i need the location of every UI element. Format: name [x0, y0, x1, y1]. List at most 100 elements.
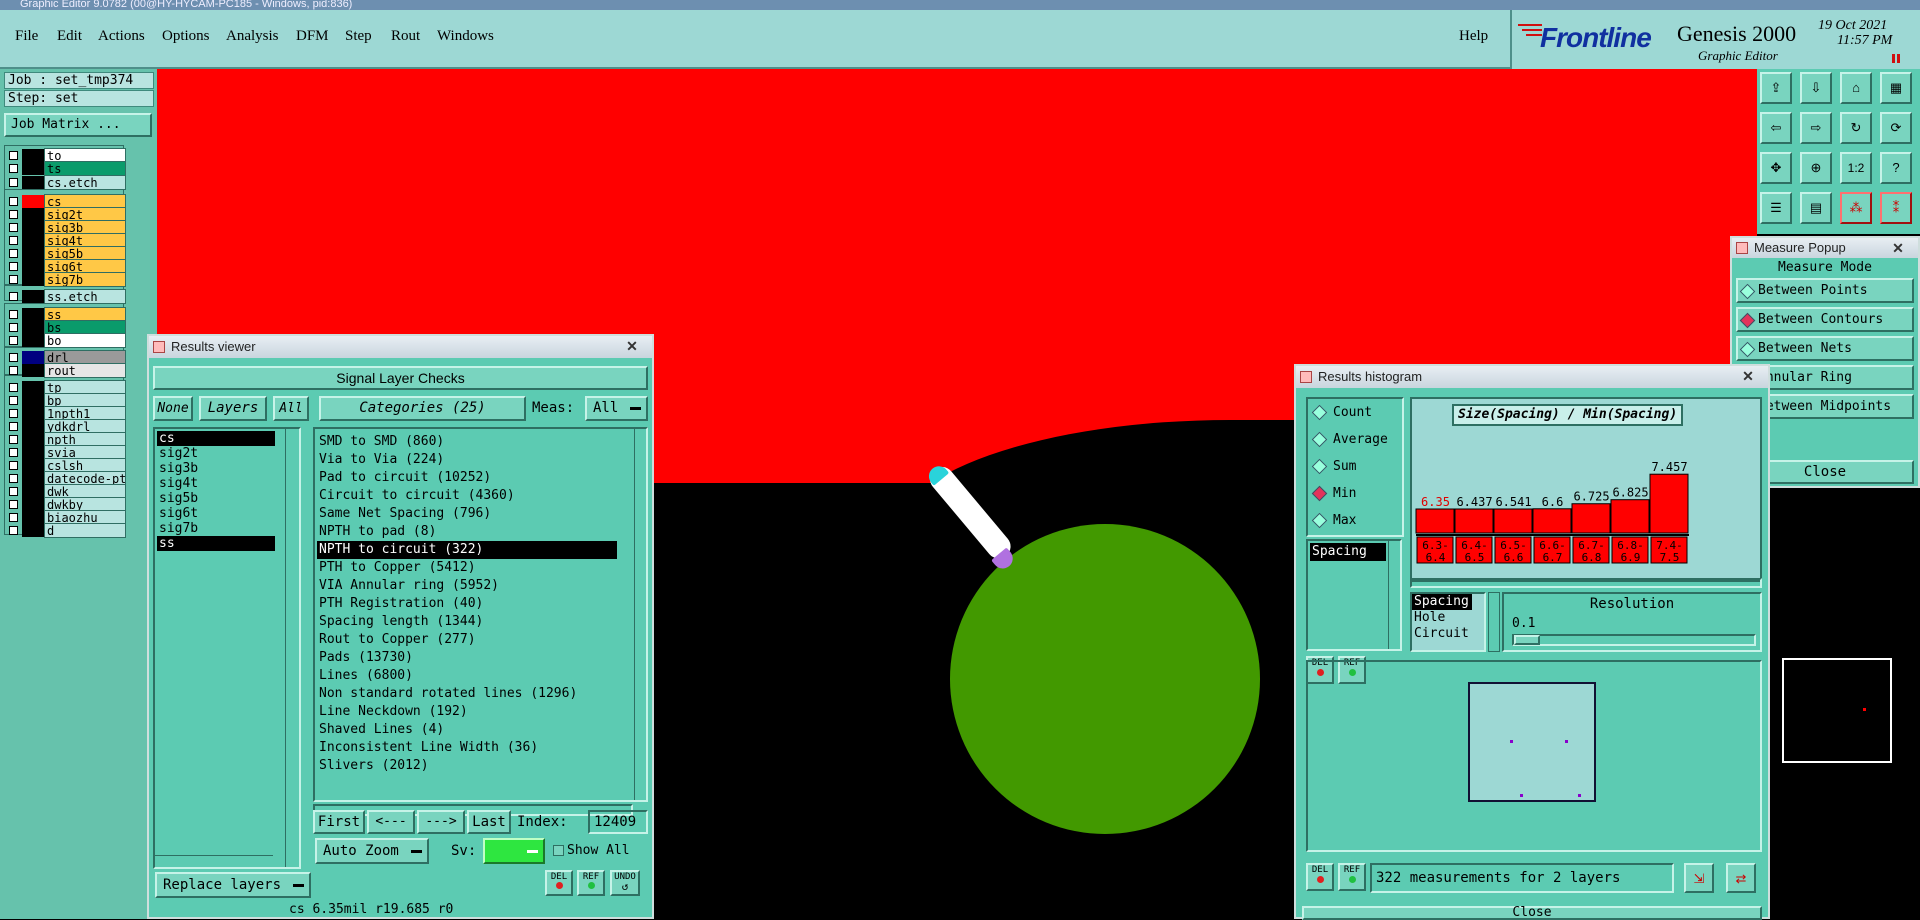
layer-list-item[interactable]: sig5b: [157, 491, 275, 506]
measure-mode-option[interactable]: Between Contours: [1736, 307, 1914, 332]
layer-checkbox[interactable]: [9, 275, 18, 284]
net-highlight-icon[interactable]: ⁂: [1840, 192, 1872, 224]
layers-button[interactable]: Layers: [199, 396, 267, 421]
layer-row-d[interactable]: d: [4, 523, 126, 538]
category-item[interactable]: Inconsistent Line Width (36): [317, 739, 617, 757]
auto-zoom-dropdown[interactable]: Auto Zoom: [315, 838, 429, 864]
categories-button[interactable]: Categories (25): [319, 396, 526, 421]
category-item[interactable]: Shaved Lines (4): [317, 721, 617, 739]
category-item[interactable]: Same Net Spacing (796): [317, 505, 617, 523]
measurement-list[interactable]: Spacing: [1306, 539, 1402, 651]
layer-checkbox[interactable]: [9, 487, 18, 496]
stat-option[interactable]: Average: [1308, 426, 1402, 453]
index-input[interactable]: 12409: [588, 810, 648, 834]
layer-checkbox[interactable]: [9, 474, 18, 483]
previous-button[interactable]: <---: [367, 810, 415, 834]
type-scrollbar[interactable]: [1488, 592, 1500, 652]
measure-mode-option[interactable]: Between Points: [1736, 278, 1914, 303]
window-split-icon[interactable]: ▦: [1880, 72, 1912, 104]
layer-checkbox[interactable]: [9, 210, 18, 219]
layer-list-hscrollbar[interactable]: [155, 855, 273, 867]
menu-dfm[interactable]: DFM: [296, 28, 329, 45]
type-option[interactable]: Circuit: [1412, 626, 1472, 642]
category-item[interactable]: Non standard rotated lines (1296): [317, 685, 617, 703]
measurement-list-scrollbar[interactable]: [1388, 541, 1400, 649]
layer-checkbox[interactable]: [9, 461, 18, 470]
layer-list-item[interactable]: cs: [157, 431, 275, 446]
layer-color-swatch[interactable]: [22, 273, 44, 286]
swap-icon[interactable]: ⇄: [1726, 863, 1756, 893]
histogram-bar[interactable]: [1493, 508, 1533, 534]
del-button[interactable]: DEL: [545, 870, 573, 896]
layer-list-item[interactable]: sig6t: [157, 506, 275, 521]
layer-checkbox[interactable]: [9, 500, 18, 509]
layer-color-swatch[interactable]: [22, 176, 44, 189]
histogram-hscrollbar[interactable]: [1410, 578, 1762, 588]
layer-list-item[interactable]: sig3b: [157, 461, 275, 476]
histogram-close-button[interactable]: Close: [1302, 906, 1762, 920]
layer-checkbox[interactable]: [9, 435, 18, 444]
sv-color-selector[interactable]: [483, 838, 545, 864]
home-icon[interactable]: ⌂: [1840, 72, 1872, 104]
histogram-bar[interactable]: [1415, 508, 1455, 534]
layer-color-swatch[interactable]: [22, 290, 44, 303]
ref-button[interactable]: REF: [577, 870, 605, 896]
meas-dropdown[interactable]: All: [585, 396, 648, 421]
scale-ratio-icon[interactable]: 1:2: [1840, 152, 1872, 184]
layer-checkbox[interactable]: [9, 164, 18, 173]
category-item[interactable]: Lines (6800): [317, 667, 617, 685]
menu-options[interactable]: Options: [162, 28, 210, 45]
layer-checkbox[interactable]: [9, 366, 18, 375]
zoom-fit-icon[interactable]: ✥: [1760, 152, 1792, 184]
layer-list[interactable]: cs sig2t sig3b sig4t sig5b sig6t sig7b ss: [153, 427, 301, 869]
layer-checkbox[interactable]: [9, 292, 18, 301]
layer-color-swatch[interactable]: [22, 364, 44, 377]
category-item[interactable]: NPTH to pad (8): [317, 523, 617, 541]
grid-icon[interactable]: ▤: [1800, 192, 1832, 224]
all-button[interactable]: All: [273, 396, 309, 421]
layer-row-cs-etch[interactable]: cs.etch: [4, 175, 126, 190]
layer-checkbox[interactable]: [9, 526, 18, 535]
stat-option[interactable]: Max: [1308, 507, 1402, 534]
mini-map-viewport[interactable]: [1782, 658, 1892, 763]
layer-row-ss-etch[interactable]: ss.etch: [4, 289, 126, 304]
histogram-bar[interactable]: [1610, 499, 1650, 534]
type-option[interactable]: Spacing: [1412, 594, 1472, 610]
none-button[interactable]: None: [153, 396, 193, 421]
next-button[interactable]: --->: [417, 810, 465, 834]
menu-actions[interactable]: Actions: [98, 28, 145, 45]
category-item[interactable]: VIA Annular ring (5952): [317, 577, 617, 595]
layer-list-item[interactable]: sig2t: [157, 446, 275, 461]
pan-left-icon[interactable]: ⇦: [1760, 112, 1792, 144]
category-item[interactable]: Slivers (2012): [317, 757, 617, 775]
layer-checkbox[interactable]: [9, 262, 18, 271]
layer-color-swatch[interactable]: [22, 162, 44, 175]
layer-row-rout[interactable]: rout: [4, 363, 126, 378]
last-button[interactable]: Last: [467, 810, 511, 834]
category-item[interactable]: SMD to SMD (860): [317, 433, 617, 451]
layer-checkbox[interactable]: [9, 151, 18, 160]
category-item[interactable]: Via to Via (224): [317, 451, 617, 469]
menu-edit[interactable]: Edit: [57, 28, 82, 45]
close-icon[interactable]: ✕: [1734, 368, 1762, 385]
settings-icon[interactable]: ☰: [1760, 192, 1792, 224]
layer-checkbox[interactable]: [9, 448, 18, 457]
zoom-home-icon[interactable]: ⇪: [1760, 72, 1792, 104]
category-item[interactable]: PTH Registration (40): [317, 595, 617, 613]
help-icon[interactable]: ?: [1880, 152, 1912, 184]
hist-ref-button-2[interactable]: REF: [1338, 863, 1366, 891]
layer-color-swatch[interactable]: [22, 334, 44, 347]
type-option[interactable]: Hole: [1412, 610, 1472, 626]
layer-checkbox[interactable]: [9, 409, 18, 418]
menu-windows[interactable]: Windows: [437, 28, 494, 45]
histogram-bar[interactable]: [1454, 508, 1494, 534]
mini-map[interactable]: [1773, 490, 1920, 919]
layer-list-scrollbar[interactable]: [285, 429, 299, 867]
layer-checkbox[interactable]: [9, 236, 18, 245]
layer-list-item[interactable]: sig4t: [157, 476, 275, 491]
layer-checkbox[interactable]: [9, 396, 18, 405]
resolution-slider[interactable]: [1512, 634, 1756, 646]
category-item[interactable]: Circuit to circuit (4360): [317, 487, 617, 505]
layer-checkbox[interactable]: [9, 323, 18, 332]
show-all-checkbox[interactable]: [553, 845, 564, 856]
